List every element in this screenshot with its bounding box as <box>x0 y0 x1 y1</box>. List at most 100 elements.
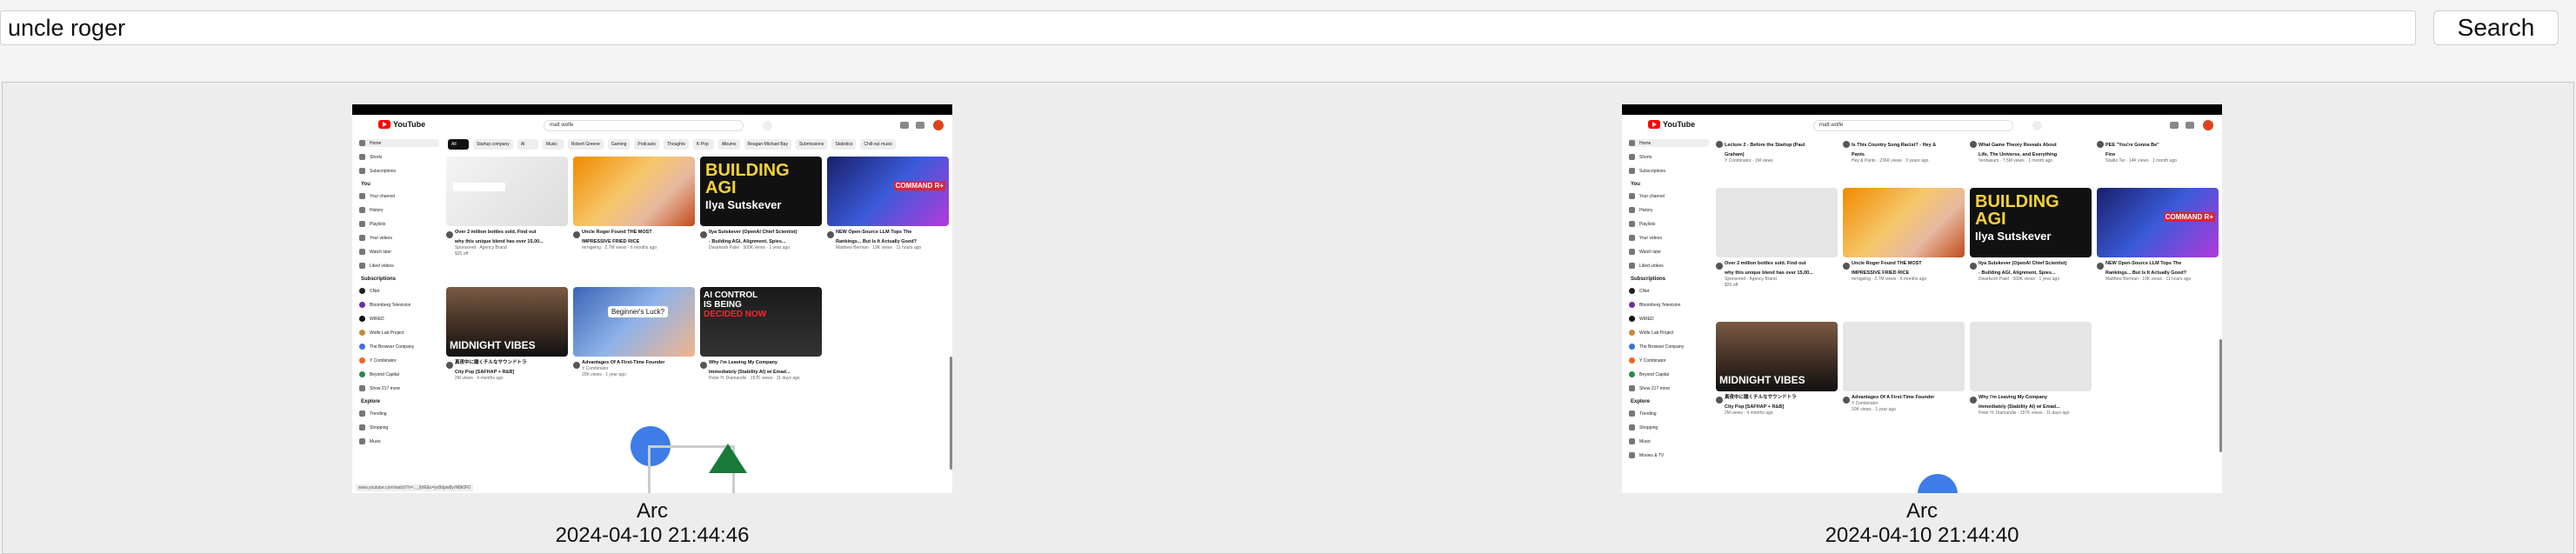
channel-avatar <box>359 288 365 294</box>
sidebar-item-label: Y Combinator <box>370 357 397 364</box>
mic-icon <box>2032 121 2042 130</box>
sidebar-item-label: Home <box>370 140 382 146</box>
video-card: MIDNIGHT VIBES 真夜中に聴くチルなサウンドトラ City Pop … <box>446 287 568 382</box>
video-meta: Peter H. Diamandis · 157K views · 11 day… <box>709 376 800 381</box>
youtube-wordmark: YouTube <box>1663 120 1696 129</box>
sidebar-item-label: CNet <box>370 288 380 294</box>
sidebar-item: Wolfe Lab Project <box>1629 329 1709 337</box>
video-meta: 20K views · 1 year ago <box>582 372 626 377</box>
chip: Robert Greene <box>567 139 604 150</box>
scrollbar <box>2219 339 2222 452</box>
sidebar-item: Bloomberg Television <box>1629 301 1709 309</box>
sidebar-section-title: You <box>361 182 370 187</box>
movies-icon <box>1629 452 1635 458</box>
youtube-header: YouTube matt wolfe <box>1622 115 2222 136</box>
video-thumbnail <box>573 157 695 226</box>
channel-avatar <box>1716 141 1723 148</box>
playlist-icon <box>359 221 365 227</box>
video-meta: Peter H. Diamandis · 157K views · 11 day… <box>1979 410 2070 416</box>
sidebar-item-label: Trending <box>1639 410 1657 417</box>
sidebar-item: WIRED <box>359 315 439 323</box>
ad-cta: $25 off <box>455 251 469 257</box>
video-meta: Matthew Berman · 19K views · 11 hours ag… <box>836 245 922 250</box>
video-thumbnail: BUILDING AGI Ilya Sutskever <box>700 157 822 226</box>
channel-avatar <box>1629 302 1635 308</box>
video-meta: Hey & Pants · 236K views · 3 years ago <box>1852 158 1929 164</box>
sidebar-item: Y Combinator <box>1629 357 1709 364</box>
video-title: Advantages Of A First-Time Founder <box>582 360 665 365</box>
shorts-icon <box>1629 154 1635 160</box>
result-timestamp: 2024-04-10 21:44:40 <box>1825 524 2019 547</box>
chip: Reagan-Michael Bay <box>744 139 791 150</box>
video-title: 真夜中に聴くチルなサウンドトラ <box>1725 395 1797 400</box>
video-meta: 2M views · 4 months ago <box>1725 410 1773 416</box>
video-thumbnail <box>1843 322 1965 391</box>
thumbnail-text: AI CONTROL IS BEING DECIDED NOW <box>704 290 766 319</box>
search-bar: Search <box>0 0 2576 56</box>
result-screenshot[interactable]: YouTube matt wolfe All Startup company A… <box>352 104 952 493</box>
sidebar-item-label: WIRED <box>1639 316 1654 322</box>
video-grid: Over 2 million bottles sold. Find out wh… <box>446 157 949 493</box>
sidebar-item: CNet <box>1629 287 1709 295</box>
sidebar-item: Trending <box>1629 410 1709 417</box>
thumbnail-text-line: DECIDED NOW <box>704 310 767 319</box>
video-title-line2: IMPRESSIVE FRIED RICE <box>1852 270 1910 276</box>
channel-avatar <box>1843 141 1850 148</box>
sidebar-item: Home <box>1629 139 1709 147</box>
sidebar-item-label: Music <box>370 438 382 444</box>
channel-avatar <box>573 231 580 238</box>
sidebar-item: Playlists <box>359 220 439 228</box>
thumbnail-text-line: AGI <box>1975 210 2006 229</box>
search-input[interactable] <box>0 10 2416 45</box>
chip: Chill-out music <box>860 139 897 150</box>
channel-avatar <box>359 330 365 336</box>
video-thumbnail <box>446 157 568 226</box>
result-screenshot[interactable]: YouTube matt wolfe Home Shorts Subscript… <box>1622 104 2222 493</box>
sidebar-item-label: Playlists <box>370 221 386 227</box>
chip: AI <box>517 139 538 150</box>
video-title-line2: Immediately (Stability AI) w/ Emad... <box>1979 404 2060 410</box>
video-title-line2: - Building AGI, Alignment, Spies... <box>1979 270 2056 276</box>
trending-icon <box>1629 410 1635 417</box>
sidebar-item: Shopping <box>359 424 439 431</box>
video-card: BUILDING AGI Ilya Sutskever Ilya Sutskeve… <box>700 157 822 251</box>
create-icon <box>900 122 909 129</box>
search-button[interactable]: Search <box>2433 10 2559 45</box>
sidebar-item-label: Y Combinator <box>1639 357 1666 364</box>
sidebar-item-label: Shopping <box>370 424 389 431</box>
result-card[interactable]: YouTube matt wolfe All Startup company A… <box>352 104 952 549</box>
sidebar-item-label: CNet <box>1639 288 1650 294</box>
sidebar-section-title: Subscriptions <box>361 277 397 282</box>
chip: All <box>448 139 469 150</box>
video-meta: 2M views · 4 months ago <box>455 376 504 381</box>
result-card[interactable]: YouTube matt wolfe Home Shorts Subscript… <box>1622 104 2222 549</box>
clock-icon <box>359 249 365 255</box>
youtube-wordmark: YouTube <box>393 120 426 129</box>
sidebar-item: Movies & TV <box>1629 451 1709 459</box>
video-card: What Game Theory Reveals About Life, The… <box>1970 139 2092 164</box>
video-card: MIDNIGHT VIBES 真夜中に聴くチルなサウンドトラ City Pop … <box>1716 322 1838 417</box>
video-thumbnail: BUILDING AGI Ilya Sutskever <box>1970 188 2092 257</box>
video-title-line2: Immediately (Stability AI) w/ Emad... <box>709 370 791 375</box>
ad-cta: $25 off <box>1725 283 1738 288</box>
sidebar-item-label: Subscriptions <box>370 168 397 174</box>
video-title: 真夜中に聴くチルなサウンドトラ <box>455 360 527 365</box>
sidebar-item: Wolfe Lab Project <box>359 329 439 337</box>
sidebar-item: Bloomberg Television <box>359 301 439 309</box>
channel-avatar <box>446 362 453 369</box>
sidebar-item: Show 217 more <box>359 384 439 392</box>
chip: Podcasts <box>634 139 659 150</box>
video-title: Lecture 2 - Before the Startup (Paul <box>1725 143 1805 148</box>
sidebar-item-label: Show 217 more <box>1639 385 1671 391</box>
video-thumbnail: MIDNIGHT VIBES <box>446 287 568 357</box>
video-card: Why I'm Leaving My Company Immediately (… <box>1970 322 2092 417</box>
video-thumbnail: AI CONTROL IS BEING DECIDED NOW <box>700 287 822 357</box>
channel-avatar <box>359 344 365 350</box>
sidebar-item: Your videos <box>1629 234 1709 242</box>
sidebar-item: Playlists <box>1629 220 1709 228</box>
thumbnail-text: COMMAND R+ <box>893 181 945 190</box>
result-app-name: Arc <box>637 499 668 523</box>
video-channel: Y Combinator <box>582 366 609 371</box>
sidebar-item: Music <box>1629 437 1709 445</box>
video-title: Is This Country Song Racist? - Hey & <box>1852 143 1937 148</box>
